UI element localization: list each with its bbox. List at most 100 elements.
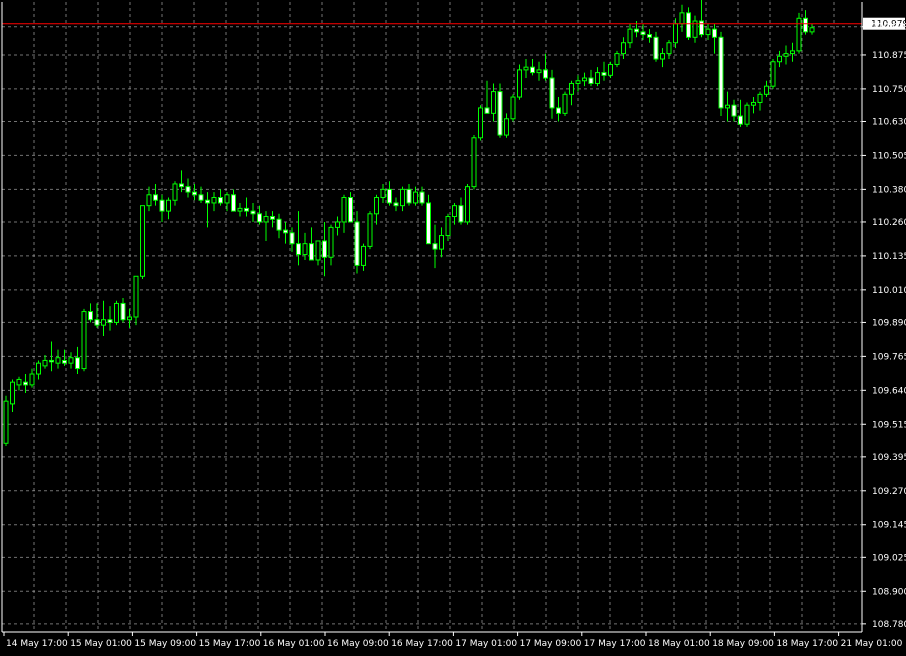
candle-body-bull	[796, 17, 802, 52]
candle-body-bull	[10, 381, 15, 405]
y-tick-label: 109.515	[872, 420, 906, 430]
candle-body-bull	[751, 101, 756, 106]
candle-body-bear	[387, 188, 392, 204]
candle-body-bull	[575, 80, 581, 84]
candle-body-bull	[614, 53, 620, 65]
candle-body-bear	[270, 216, 275, 220]
candle-body-bull	[341, 197, 347, 223]
x-tick-label: 15 May 09:00	[134, 639, 196, 649]
candle-body-bull	[335, 221, 340, 228]
y-tick-label: 109.640	[872, 386, 906, 396]
y-tick-label: 110.630	[872, 117, 906, 127]
candle-body-bull	[237, 207, 243, 212]
candle-body-bear	[218, 197, 223, 204]
candle-body-bull	[29, 373, 35, 386]
candle	[510, 94, 516, 122]
y-tick-label: 109.395	[872, 453, 906, 463]
candle-body-bull	[452, 205, 457, 218]
candle-body-bear	[62, 359, 67, 364]
candle-body-bear	[601, 72, 607, 76]
candle-body-bull	[491, 91, 496, 114]
candle	[367, 211, 373, 250]
candle-body-bear	[549, 77, 555, 109]
candle-body-bear	[23, 381, 28, 386]
candle-body-bull	[465, 186, 470, 223]
candle-body-bull	[400, 188, 405, 207]
candle-body-bear	[289, 232, 295, 245]
candle-body-bull	[562, 93, 568, 114]
candle-body-bull	[783, 53, 789, 57]
y-tick-label: 108.780	[872, 620, 906, 630]
candle-body-bear	[185, 186, 191, 193]
candle-body-bear	[198, 194, 204, 201]
candle-body-bear	[257, 213, 262, 223]
candle-body-bull	[36, 362, 41, 375]
candle-body-bear	[49, 359, 54, 363]
candle	[114, 300, 119, 326]
candle-body-bull	[445, 216, 451, 237]
candle-body-bull	[582, 77, 587, 82]
candle	[562, 91, 568, 117]
candle-body-bull	[380, 188, 386, 199]
candle-body-bull	[374, 197, 379, 215]
candle-body-bull	[328, 226, 334, 258]
candle-body-bear	[231, 194, 236, 212]
candle-body-bull	[595, 72, 600, 84]
candle-body-bull	[133, 275, 139, 318]
y-tick-label: 110.135	[872, 252, 906, 262]
candle-body-bear	[309, 243, 314, 261]
candle-body-bull	[790, 50, 795, 55]
candle-body-bull	[621, 42, 626, 55]
candle	[81, 308, 87, 372]
candle-body-bear	[738, 115, 743, 125]
candle-body-bull	[660, 53, 665, 60]
candle	[614, 50, 620, 68]
candle-body-bull	[764, 85, 769, 95]
candle-body-bull	[666, 42, 672, 55]
y-tick-label: 110.010	[872, 286, 906, 296]
candle-body-bull	[224, 194, 230, 204]
candle-body-bull	[140, 205, 145, 277]
candle-body-bull	[523, 66, 529, 71]
y-tick-label: 110.380	[872, 185, 906, 195]
x-tick-label: 16 May 17:00	[391, 639, 453, 649]
x-tick-label: 14 May 17:00	[6, 639, 68, 649]
x-tick-label: 16 May 09:00	[327, 639, 389, 649]
candle-body-bear	[107, 319, 113, 323]
candle-body-bear	[530, 66, 535, 74]
candle-body-bear	[159, 199, 165, 212]
candle-body-bear	[647, 34, 652, 38]
candle-body-bull	[302, 243, 308, 256]
candle-body-bear	[543, 69, 548, 79]
candle-body-bear	[640, 31, 646, 36]
x-tick-label: 15 May 17:00	[199, 639, 261, 649]
candle	[471, 135, 477, 190]
candle-body-bull	[55, 357, 61, 364]
candle-body-bull	[569, 82, 574, 95]
x-tick-label: 21 May 01:00	[841, 639, 903, 649]
candle-body-bull	[68, 357, 74, 364]
candle-body-bull	[114, 302, 119, 323]
candle-body-bear	[75, 357, 80, 370]
candle-body-bear	[419, 191, 425, 204]
candle-body-bull	[361, 245, 366, 266]
candle-body-bear	[406, 188, 412, 204]
candle-body-bear	[296, 243, 301, 256]
candle-body-bull	[517, 69, 522, 98]
candle-body-bear	[634, 28, 639, 33]
candle	[608, 61, 613, 79]
candle-body-bull	[315, 240, 321, 261]
candle-body-bull	[81, 311, 87, 370]
y-tick-label: 110.979	[872, 23, 906, 33]
candle-body-bull	[478, 107, 483, 139]
candlestick-chart[interactable]: 110.979 110.979110.875110.750110.630110.…	[0, 0, 906, 656]
x-tick-label: 18 May 09:00	[712, 639, 774, 649]
y-tick-label: 109.270	[872, 487, 906, 497]
candle-body-bull	[413, 191, 418, 204]
candle-body-bear	[88, 311, 93, 321]
candle	[3, 395, 9, 446]
y-tick-label: 110.875	[872, 51, 906, 61]
candle-body-bull	[211, 197, 217, 204]
candle-body-bear	[205, 199, 210, 204]
candle	[718, 31, 724, 117]
